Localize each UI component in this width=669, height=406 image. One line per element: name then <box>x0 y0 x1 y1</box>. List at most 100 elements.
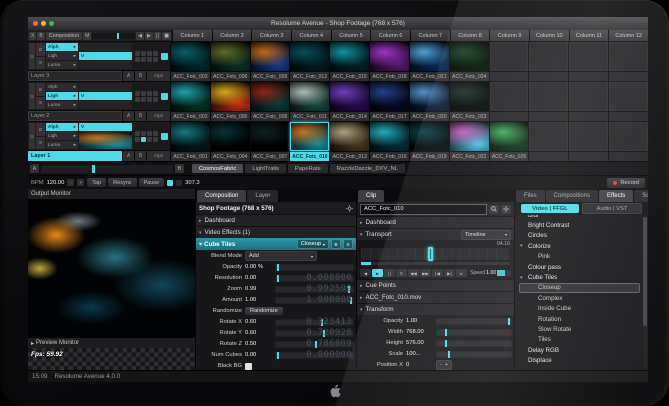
effect-item[interactable]: Delay RGB <box>519 345 640 355</box>
mini-transport-button[interactable] <box>147 51 152 56</box>
mini-transport-button[interactable] <box>141 57 146 62</box>
effect-item[interactable]: Bright Contrast <box>519 220 640 230</box>
empty-clip-cell[interactable] <box>609 82 648 121</box>
loop-button[interactable]: ↻ <box>396 269 407 277</box>
clip-thumbnail[interactable] <box>290 82 329 111</box>
column-header[interactable]: Column 3 <box>252 30 291 41</box>
deck-tab[interactable]: LightTrails <box>245 164 286 173</box>
step-forward-button[interactable]: ▶| <box>444 269 455 277</box>
parameter-slider[interactable] <box>436 340 512 347</box>
layer-solo-button[interactable]: S <box>36 57 45 70</box>
speed-slider[interactable] <box>497 270 511 276</box>
parameter-dropdown[interactable]: Add▾ <box>245 251 317 261</box>
close-button[interactable] <box>33 21 38 26</box>
effect-preset-item[interactable]: Tiles <box>519 335 640 345</box>
crossfader-a-button[interactable]: A <box>30 164 39 173</box>
tab-compositions[interactable]: Compositions <box>546 190 598 202</box>
cube-tiles-effect-header[interactable]: ▾ Cube Tiles Closeup▾ B X <box>196 238 356 250</box>
blend-mode-option[interactable]: Luma▸ <box>46 61 78 69</box>
effect-remove-button[interactable]: X <box>343 239 353 249</box>
layer-crossfader-b-button[interactable]: B <box>135 151 146 161</box>
parameter-value[interactable]: 0.50 <box>245 341 272 347</box>
blend-mode-option[interactable]: Alph▸ <box>46 83 78 91</box>
clip-thumbnail[interactable] <box>330 82 369 111</box>
clip-thumbnail[interactable] <box>609 42 648 71</box>
effect-item[interactable]: ▾Colorize <box>519 241 640 251</box>
transform-section[interactable]: ▾Transform <box>357 303 514 315</box>
parameter-value[interactable]: 0.00 % <box>245 264 272 270</box>
empty-clip-cell[interactable] <box>609 122 648 161</box>
clip-cell[interactable]: ACC_Fotc_025 <box>490 122 529 161</box>
clip-thumbnail[interactable] <box>370 42 409 71</box>
clip-thumbnail[interactable] <box>251 82 290 111</box>
effect-item[interactable]: Displace <box>519 355 640 365</box>
clip-cell[interactable]: ACC_Fotc_019 <box>410 122 449 161</box>
parameter-value[interactable]: 0.99 <box>245 286 272 292</box>
empty-clip-cell[interactable] <box>569 122 608 161</box>
layer-solo-button[interactable]: S <box>36 97 45 110</box>
clip-thumbnail[interactable] <box>330 122 369 151</box>
direction-button[interactable]: ▸ <box>456 269 467 277</box>
effect-item[interactable]: Colour pass <box>519 262 640 272</box>
column-header[interactable]: Column 6 <box>371 30 410 41</box>
mini-transport-button[interactable] <box>141 51 146 56</box>
cue-points-section[interactable]: ▸Cue Points <box>357 279 514 291</box>
mini-transport-button[interactable] <box>153 57 158 62</box>
column-header[interactable]: Column 7 <box>411 30 450 41</box>
search-icon[interactable] <box>489 205 499 214</box>
clip-thumbnail[interactable] <box>290 122 329 151</box>
master-button[interactable]: M <box>83 32 91 40</box>
column-header[interactable]: Column 12 <box>609 30 648 41</box>
scrollbar[interactable] <box>643 217 647 368</box>
blend-mode-option[interactable]: Ligh▸ <box>46 52 78 60</box>
clip-cell[interactable]: ACC_Fotc_016 <box>370 122 409 161</box>
parameter-value[interactable]: 100... <box>406 351 433 357</box>
mini-transport-button[interactable] <box>147 97 152 102</box>
clip-thumbnail[interactable] <box>490 122 529 151</box>
column-header[interactable]: Column 2 <box>213 30 252 41</box>
empty-clip-cell[interactable] <box>490 82 529 121</box>
mini-transport-button[interactable] <box>147 137 152 142</box>
empty-clip-cell[interactable] <box>490 42 529 81</box>
empty-clip-cell[interactable] <box>529 82 568 121</box>
blend-mode-option[interactable]: Ligh▸ <box>46 92 78 100</box>
clip-cell[interactable]: ACC_Fotc_017 <box>370 82 409 121</box>
tab-layer[interactable]: Layer <box>247 190 278 202</box>
mini-transport-button[interactable] <box>153 137 158 142</box>
effect-bypass-button[interactable]: B <box>331 239 341 249</box>
layer-bypass-button[interactable]: B <box>36 123 45 136</box>
clip-cell[interactable]: ACC_Fotc_013 <box>330 122 369 161</box>
clip-cell[interactable]: ACC_Fotc_012 <box>290 42 329 81</box>
layer-name-label[interactable]: Layer 3 <box>28 71 122 81</box>
empty-clip-cell[interactable] <box>529 122 568 161</box>
parameter-slider[interactable]: 0.992599 <box>275 286 354 293</box>
parameter-slider[interactable] <box>436 351 512 358</box>
clip-thumbnail[interactable] <box>410 82 449 111</box>
clip-thumbnail[interactable] <box>211 82 250 111</box>
clip-thumbnail[interactable] <box>609 82 648 111</box>
blend-mode-option[interactable]: Luma▸ <box>46 101 78 109</box>
tab-sources[interactable]: Sources <box>634 190 648 202</box>
expand-icon[interactable]: ▾ <box>520 243 523 249</box>
clip-thumbnail[interactable] <box>410 122 449 151</box>
clip-cell[interactable]: ACC_Fotc_021 <box>410 42 449 81</box>
parameter-value[interactable]: 768.00 <box>406 329 433 335</box>
speed-value[interactable]: 1.00 <box>486 270 496 276</box>
clip-cell[interactable]: ACC_Fotc_020 <box>410 82 449 121</box>
layer-bypass-button[interactable]: B <box>36 43 45 56</box>
clip-thumbnail[interactable] <box>490 82 529 111</box>
clip-cell[interactable]: ACC_Fotc_008 <box>251 82 290 121</box>
parameter-slider[interactable]: 0.000000 <box>275 275 354 282</box>
clip-name-input[interactable]: ACC_Fotc_010 <box>360 204 487 215</box>
parameter-slider[interactable]: 0.720928 <box>275 330 354 337</box>
rewind-button[interactable]: ◀◀ <box>408 269 419 277</box>
column-header[interactable]: Column 5 <box>332 30 371 41</box>
layer-crossfader-a-button[interactable]: A <box>123 151 134 161</box>
clip-cell[interactable]: ACC_Fotc_009 <box>251 42 290 81</box>
clip-thumbnail[interactable] <box>211 42 250 71</box>
parameter-value[interactable]: 1.00 <box>406 318 433 324</box>
clip-thumbnail[interactable] <box>450 122 489 151</box>
pause-button[interactable]: || <box>384 269 395 277</box>
bpm-value[interactable]: 120.00 <box>47 180 65 186</box>
clip-thumbnail[interactable] <box>171 42 210 71</box>
